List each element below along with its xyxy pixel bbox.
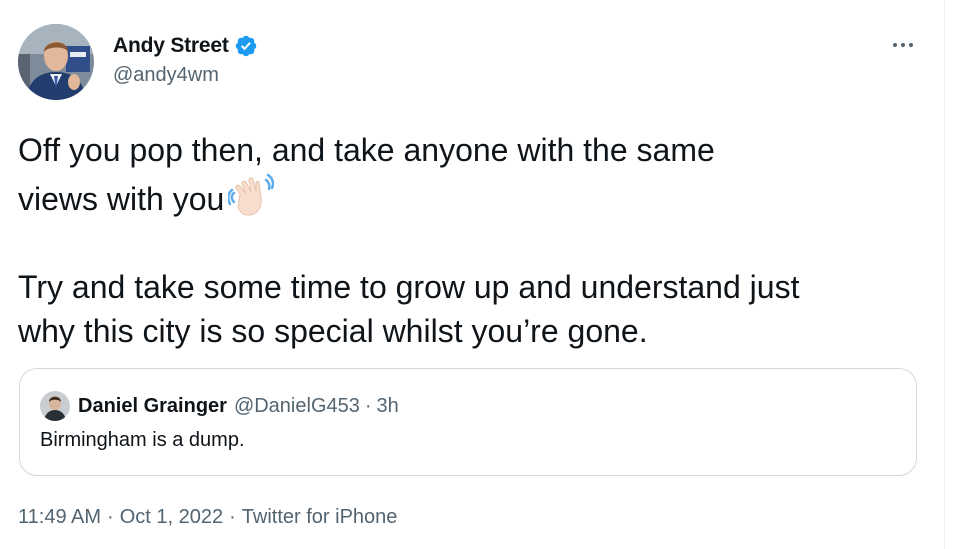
author-name-row[interactable]: Andy Street xyxy=(113,32,258,60)
author-display-name[interactable]: Andy Street xyxy=(113,34,229,58)
tweet-time[interactable]: 11:49 AM xyxy=(18,506,101,529)
tweet-meta: 11:49 AM · Oct 1, 2022 · Twitter for iPh… xyxy=(18,506,397,529)
tweet-text: Off you pop then, and take anyone with t… xyxy=(18,128,928,353)
quoted-display-name[interactable]: Daniel Grainger xyxy=(78,395,227,418)
quoted-handle[interactable]: @DanielG453 xyxy=(234,395,360,418)
meta-separator-2: · xyxy=(229,506,236,528)
tweet-line-4: why this city is so special whilst you’r… xyxy=(18,313,648,349)
quoted-author-avatar[interactable] xyxy=(40,391,70,421)
profile-photo-icon xyxy=(18,24,94,100)
tweet-line-2: views with you xyxy=(18,172,928,221)
verified-badge-icon xyxy=(235,35,256,57)
waving-hand-icon xyxy=(228,173,275,216)
column-divider xyxy=(944,0,945,549)
tweet-line-3: Try and take some time to grow up and un… xyxy=(18,269,800,305)
tweet-card: Andy Street @andy4wm Off you pop then, a… xyxy=(0,0,944,549)
tweet-source[interactable]: Twitter for iPhone xyxy=(242,506,398,529)
author-avatar[interactable] xyxy=(18,24,94,100)
quoted-separator: · xyxy=(364,394,372,417)
author-handle[interactable]: @andy4wm xyxy=(113,64,219,87)
quoted-tweet[interactable]: Daniel Grainger @DanielG453 · 3h Birming… xyxy=(19,368,917,476)
meta-separator-1: · xyxy=(107,506,114,528)
quoted-text: Birmingham is a dump. xyxy=(40,429,245,451)
tweet-date[interactable]: Oct 1, 2022 xyxy=(120,506,223,529)
tweet-line-2-text: views with you xyxy=(18,181,225,217)
more-options-icon[interactable] xyxy=(888,34,918,56)
quoted-header: Daniel Grainger @DanielG453 · 3h xyxy=(78,391,399,421)
tweet-line-1: Off you pop then, and take anyone with t… xyxy=(18,132,715,168)
quoted-timestamp[interactable]: 3h xyxy=(377,395,399,418)
quoted-profile-photo-icon xyxy=(40,391,70,421)
